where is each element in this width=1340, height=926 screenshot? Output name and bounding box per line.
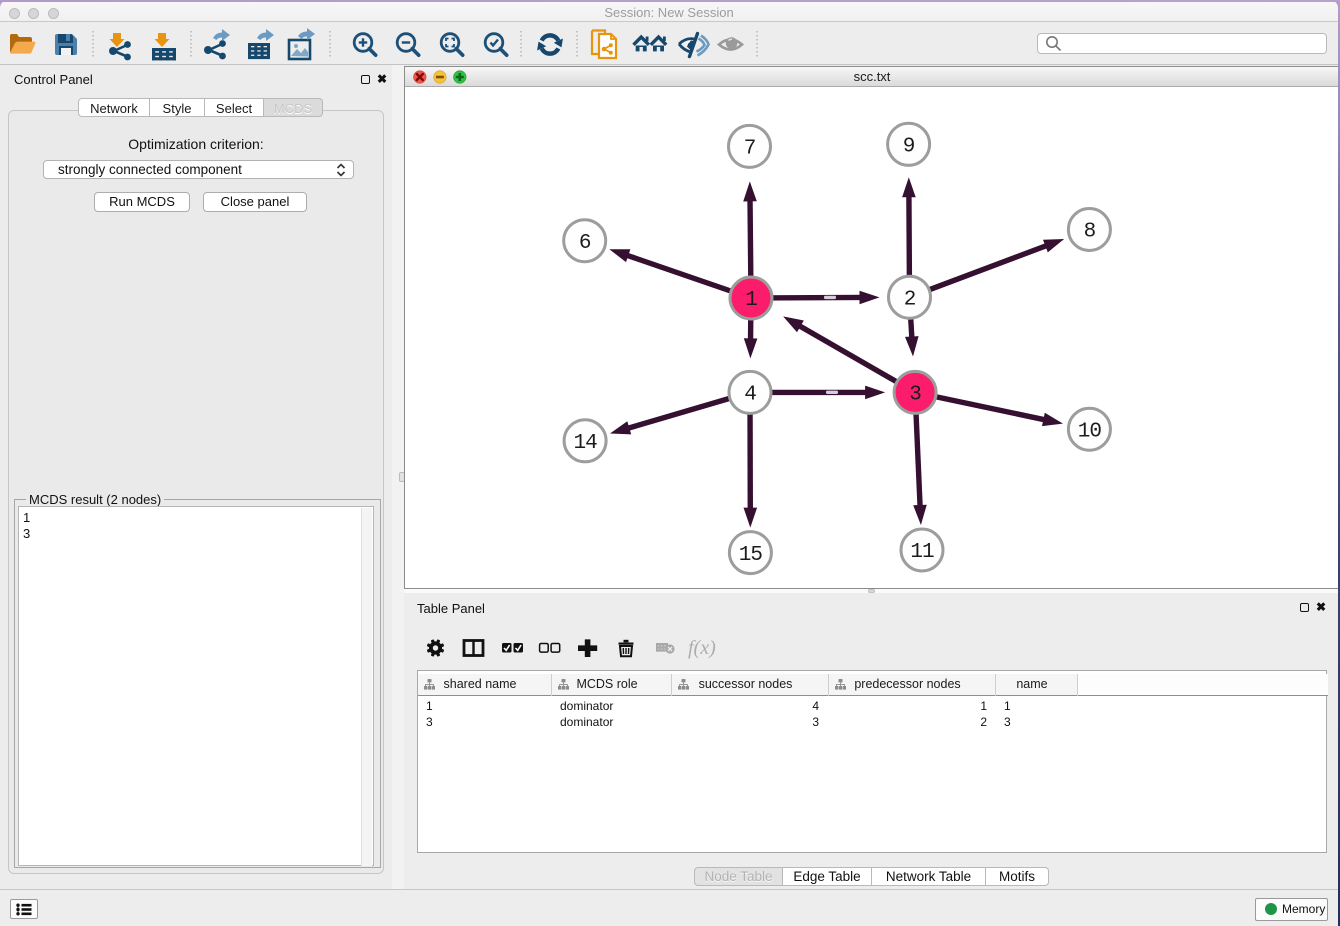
svg-text:1: 1 — [745, 289, 757, 312]
svg-text:8: 8 — [1084, 221, 1096, 244]
svg-text:7: 7 — [744, 138, 756, 161]
svg-text:14: 14 — [573, 432, 597, 455]
svg-text:9: 9 — [903, 136, 915, 159]
svg-text:4: 4 — [744, 384, 756, 407]
svg-text:11: 11 — [910, 541, 934, 564]
svg-text:3: 3 — [909, 384, 921, 407]
svg-text:6: 6 — [579, 232, 591, 255]
svg-text:2: 2 — [904, 288, 916, 311]
svg-text:f(x): f(x) — [688, 637, 716, 659]
svg-text:10: 10 — [1078, 420, 1102, 443]
svg-text:15: 15 — [739, 544, 763, 567]
